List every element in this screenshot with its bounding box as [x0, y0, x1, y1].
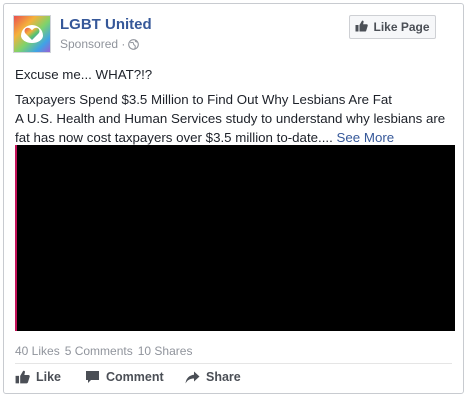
- likes-count[interactable]: 40 Likes: [15, 344, 60, 358]
- post-description: A U.S. Health and Human Services study t…: [15, 109, 455, 147]
- comment-label: Comment: [106, 370, 164, 384]
- thumbs-up-icon: [355, 20, 369, 35]
- page-avatar[interactable]: [13, 15, 51, 53]
- post-media-video[interactable]: [15, 145, 455, 331]
- comments-count[interactable]: 5 Comments: [65, 344, 133, 358]
- share-button[interactable]: Share: [185, 370, 241, 384]
- page-name-link[interactable]: LGBT United: [60, 16, 152, 33]
- heart-logo-icon: [21, 25, 43, 43]
- shares-count[interactable]: 10 Shares: [138, 344, 193, 358]
- comment-button[interactable]: Comment: [85, 370, 185, 384]
- post-headline: Taxpayers Spend $3.5 Million to Find Out…: [15, 92, 392, 107]
- post-caption: Excuse me... WHAT?!?: [15, 67, 153, 82]
- engagement-stats: 40 Likes 5 Comments 10 Shares: [15, 344, 192, 358]
- sponsored-label: Sponsored ·: [60, 37, 140, 51]
- share-label: Share: [206, 370, 241, 384]
- thumbs-up-icon: [15, 370, 30, 384]
- post-actions: Like Comment Share: [15, 370, 241, 384]
- like-button[interactable]: Like: [15, 370, 85, 384]
- post-body: Excuse me... WHAT?!? Taxpayers Spend $3.…: [15, 65, 455, 147]
- share-arrow-icon: [185, 371, 200, 384]
- like-label: Like: [36, 370, 62, 384]
- see-more-link[interactable]: See More: [337, 130, 395, 145]
- sponsored-post-card: LGBT United Sponsored · Like Page Excuse…: [3, 3, 464, 394]
- like-page-label: Like Page: [373, 20, 430, 34]
- sponsored-text: Sponsored ·: [60, 37, 126, 51]
- divider: [15, 363, 452, 364]
- globe-icon: [128, 38, 140, 50]
- speech-bubble-icon: [85, 370, 100, 384]
- like-page-button[interactable]: Like Page: [349, 15, 436, 39]
